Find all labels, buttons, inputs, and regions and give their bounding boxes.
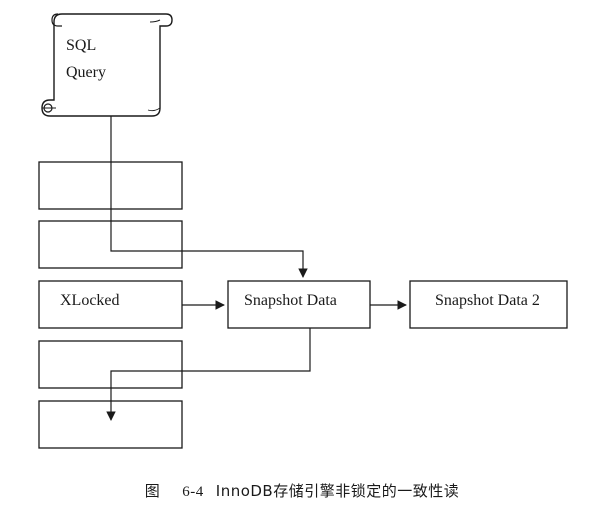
- consistent-nonlocking-read-diagram: SQL Query XLocked Snapshot Data Snapshot…: [38, 13, 568, 449]
- scroll-label-sql: SQL: [66, 37, 96, 54]
- caption-number: 6-4: [182, 484, 204, 500]
- snapshot-data-2-label: Snapshot Data 2: [435, 292, 540, 309]
- scroll-label-query: Query: [66, 64, 106, 81]
- caption-title: InnoDB存储引擎非锁定的一致性读: [215, 482, 460, 500]
- figure-caption: 图 6-4 InnoDB存储引擎非锁定的一致性读: [0, 480, 604, 501]
- snapshot-data-label: Snapshot Data: [244, 292, 337, 309]
- sql-query-scroll-icon: [41, 13, 173, 117]
- row-label-xlocked: XLocked: [60, 292, 120, 309]
- caption-prefix: 图: [144, 482, 161, 500]
